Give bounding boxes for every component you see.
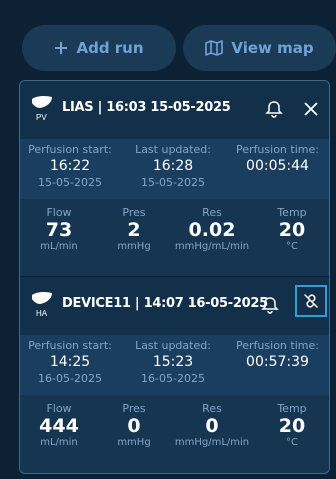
- perfusion-start-time: 14:25: [49, 354, 91, 370]
- last-updated: Last updated: 16:28 15-05-2025: [123, 143, 223, 189]
- metric-unit: mmHg: [117, 241, 151, 252]
- metric-value: 0: [205, 415, 219, 437]
- run-metrics: Flow 73 mL/min Pres 2 mmHg Res 0.02 mmHg…: [20, 199, 329, 275]
- last-updated-time: 15:23: [152, 354, 194, 370]
- metric-temperature: Temp 20 °C: [255, 402, 329, 448]
- metric-value: 0.02: [188, 219, 236, 241]
- metric-flow: Flow 73 mL/min: [20, 206, 98, 252]
- metric-value: 0: [127, 415, 141, 437]
- run-metrics: Flow 444 mL/min Pres 0 mmHg Res 0 mmHg/m…: [20, 395, 329, 471]
- last-updated-time: 16:28: [152, 158, 194, 174]
- last-updated: Last updated: 15:23 16-05-2025: [123, 339, 223, 385]
- metric-resistance: Res 0.02 mmHg/mL/min: [166, 206, 258, 252]
- last-updated-label: Last updated:: [135, 143, 211, 156]
- add-run-button[interactable]: Add run: [22, 25, 176, 71]
- metric-unit: °C: [286, 437, 298, 448]
- perfusion-start-label: Perfusion start:: [28, 143, 112, 156]
- toolbar: Add run View map: [0, 0, 336, 80]
- perfusion-start-time: 16:22: [49, 158, 91, 174]
- last-updated-date: 15-05-2025: [141, 176, 205, 189]
- liver-icon: PV: [32, 95, 52, 122]
- perfusion-start: Perfusion start: 14:25 16-05-2025: [20, 339, 120, 385]
- view-map-button[interactable]: View map: [183, 25, 336, 71]
- metric-pressure: Pres 0 mmHg: [98, 402, 170, 448]
- metric-unit: mL/min: [40, 241, 78, 252]
- metric-label: Flow: [46, 402, 72, 415]
- metric-unit: mmHg/mL/min: [174, 241, 250, 252]
- metric-label: Flow: [46, 206, 72, 219]
- unlink-icon: [304, 294, 318, 308]
- unlink-button[interactable]: [295, 285, 327, 317]
- last-updated-label: Last updated:: [135, 339, 211, 352]
- organ-badge: PV: [36, 113, 47, 122]
- perfusion-time-label: Perfusion time:: [236, 143, 319, 156]
- metric-value: 2: [127, 219, 141, 241]
- metric-value: 444: [39, 415, 79, 437]
- perfusion-start: Perfusion start: 16:22 15-05-2025: [20, 143, 120, 189]
- run-title: DEVICE11 | 14:07 16-05-2025: [62, 296, 268, 311]
- add-run-label: Add run: [76, 39, 144, 57]
- map-icon: [205, 40, 224, 56]
- perfusion-start-label: Perfusion start:: [28, 339, 112, 352]
- run-card: HA DEVICE11 | 14:07 16-05-2025 Perfusion…: [20, 277, 329, 473]
- metric-flow: Flow 444 mL/min: [20, 402, 98, 448]
- close-icon[interactable]: [301, 99, 321, 119]
- bell-icon[interactable]: [260, 295, 280, 315]
- metric-value: 20: [278, 415, 306, 437]
- metric-label: Pres: [122, 402, 146, 415]
- perfusion-start-date: 16-05-2025: [38, 372, 102, 385]
- perfusion-time: Perfusion time: 00:57:39: [226, 339, 329, 370]
- liver-icon: HA: [32, 291, 52, 318]
- run-card-header: PV LIAS | 16:03 15-05-2025: [20, 81, 329, 139]
- metric-unit: °C: [286, 241, 298, 252]
- perfusion-time-value: 00:05:44: [246, 158, 309, 174]
- metric-label: Temp: [277, 402, 307, 415]
- metric-unit: mmHg: [117, 437, 151, 448]
- run-times: Perfusion start: 14:25 16-05-2025 Last u…: [20, 335, 329, 395]
- metric-pressure: Pres 2 mmHg: [98, 206, 170, 252]
- metric-label: Pres: [122, 206, 146, 219]
- last-updated-date: 16-05-2025: [141, 372, 205, 385]
- metric-label: Temp: [277, 206, 307, 219]
- run-card-header: HA DEVICE11 | 14:07 16-05-2025: [20, 277, 329, 335]
- perfusion-time-value: 00:57:39: [246, 354, 309, 370]
- metric-label: Res: [202, 206, 222, 219]
- metric-label: Res: [202, 402, 222, 415]
- runs-panel: PV LIAS | 16:03 15-05-2025 Perfusion sta…: [19, 80, 330, 474]
- run-card: PV LIAS | 16:03 15-05-2025 Perfusion sta…: [20, 81, 329, 276]
- perfusion-time-label: Perfusion time:: [236, 339, 319, 352]
- metric-temperature: Temp 20 °C: [255, 206, 329, 252]
- metric-value: 20: [278, 219, 306, 241]
- run-title: LIAS | 16:03 15-05-2025: [62, 100, 231, 115]
- metric-resistance: Res 0 mmHg/mL/min: [166, 402, 258, 448]
- metric-unit: mL/min: [40, 437, 78, 448]
- bell-icon[interactable]: [264, 99, 284, 119]
- view-map-label: View map: [231, 39, 314, 57]
- organ-badge: HA: [36, 309, 48, 318]
- run-times: Perfusion start: 16:22 15-05-2025 Last u…: [20, 139, 329, 199]
- metric-unit: mmHg/mL/min: [174, 437, 250, 448]
- metric-value: 73: [45, 219, 73, 241]
- plus-icon: [54, 41, 68, 55]
- perfusion-time: Perfusion time: 00:05:44: [226, 143, 329, 174]
- perfusion-start-date: 15-05-2025: [38, 176, 102, 189]
